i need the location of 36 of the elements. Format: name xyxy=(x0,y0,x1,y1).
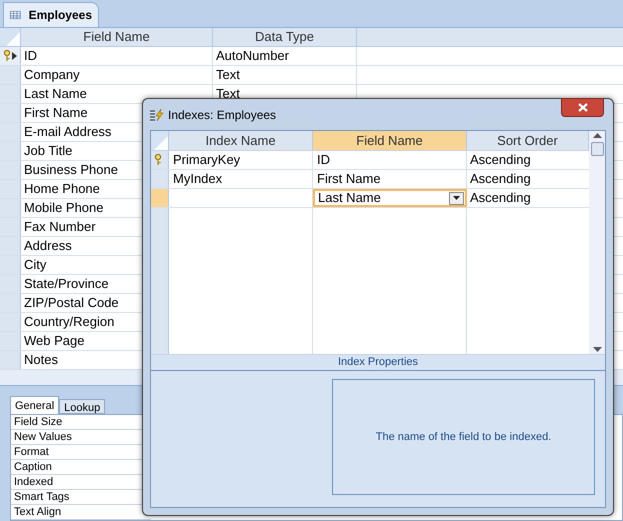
close-icon xyxy=(578,103,588,112)
table-cell: ID xyxy=(21,47,213,65)
key-icon xyxy=(3,50,11,62)
field-name-combobox[interactable]: Last Name xyxy=(313,189,467,207)
scroll-down-icon[interactable] xyxy=(592,347,602,352)
column-header: Field Name xyxy=(21,28,213,46)
table-icon xyxy=(10,9,21,21)
caret-icon xyxy=(453,196,460,200)
row-selector[interactable] xyxy=(0,47,21,65)
close-button[interactable] xyxy=(561,98,604,117)
table-cell: First Name xyxy=(313,170,467,188)
column-header: Field Name xyxy=(313,131,467,150)
column-header: Index Name xyxy=(169,131,313,150)
properties-tab[interactable]: Lookup xyxy=(59,399,106,414)
section-title: Index Properties xyxy=(338,355,418,370)
properties-tab[interactable]: General xyxy=(10,396,60,414)
key-icon xyxy=(154,154,162,166)
scrollbar[interactable] xyxy=(589,131,605,354)
current-row-icon xyxy=(12,52,17,60)
table-cell: ID xyxy=(313,151,467,169)
help-box: The name of the field to be indexed. xyxy=(332,379,595,495)
scroll-up-icon[interactable] xyxy=(592,133,602,138)
table-cell: Company xyxy=(21,66,213,84)
table-cell-text: Ascending xyxy=(469,189,532,207)
dropdown-button[interactable] xyxy=(449,192,464,204)
column-header: Sort Order xyxy=(467,131,589,150)
table-cell: MyIndex xyxy=(169,170,313,188)
table-cell: PrimaryKey xyxy=(169,151,313,169)
table-cell: Text xyxy=(213,66,357,84)
scrollbar-thumb[interactable] xyxy=(590,142,604,156)
lightning-icon xyxy=(150,108,164,120)
table-cell: AutoNumber xyxy=(213,47,357,65)
document-tab[interactable]: Employees xyxy=(3,2,99,27)
column-header: Data Type xyxy=(213,28,357,46)
table-cell-text: Ascending xyxy=(469,170,532,188)
table-cell-text: Ascending xyxy=(469,151,532,169)
